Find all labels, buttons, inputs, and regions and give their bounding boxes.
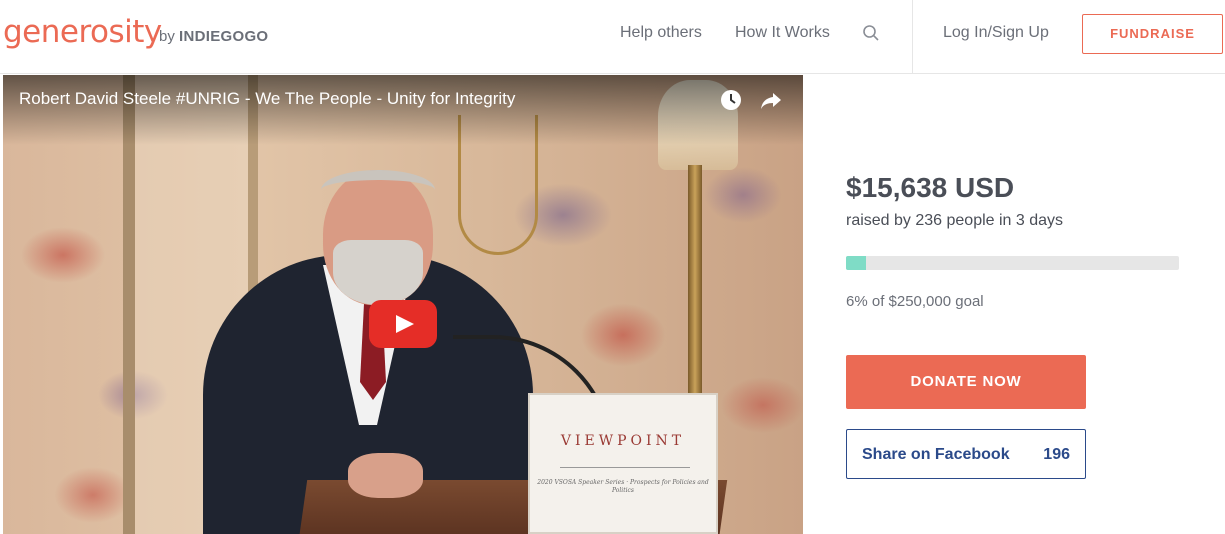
by-prefix: by xyxy=(159,28,175,45)
funding-progress-fill xyxy=(846,256,866,270)
fundraise-button[interactable]: FUNDRAISE xyxy=(1082,14,1223,54)
raised-summary: raised by 236 people in 3 days xyxy=(846,212,1064,229)
nav-help-others[interactable]: Help others xyxy=(620,24,702,42)
speaker-hand xyxy=(348,453,423,498)
top-header: generosity by INDIEGOGO Help others How … xyxy=(0,0,1225,74)
speaker-beard xyxy=(333,240,423,305)
funding-progress-bar xyxy=(846,256,1179,270)
podium-sign-subtext: 2020 VSOSA Speaker Series · Prospects fo… xyxy=(537,479,709,494)
amount-raised: $15,638 USD xyxy=(846,172,1015,203)
video-title-shade xyxy=(3,75,803,145)
podium-sign: VIEWPOINT 2020 VSOSA Speaker Series · Pr… xyxy=(528,393,718,534)
donate-now-button[interactable]: DONATE NOW xyxy=(846,355,1086,409)
podium-sign-text: VIEWPOINT xyxy=(560,433,686,449)
goal-text: 6% of $250,000 goal xyxy=(846,293,984,310)
by-indiegogo: by INDIEGOGO xyxy=(159,28,268,45)
share-icon[interactable] xyxy=(760,89,782,111)
video-title[interactable]: Robert David Steele #UNRIG - We The Peop… xyxy=(19,89,515,109)
video-player[interactable]: VIEWPOINT 2020 VSOSA Speaker Series · Pr… xyxy=(3,75,803,534)
play-icon[interactable] xyxy=(369,300,437,348)
clock-icon[interactable] xyxy=(720,89,742,111)
search-icon[interactable] xyxy=(862,24,880,42)
share-facebook-button[interactable]: Share on Facebook 196 xyxy=(846,429,1086,479)
share-facebook-label: Share on Facebook xyxy=(862,446,1010,463)
share-count: 196 xyxy=(1043,446,1070,463)
nav-how-it-works[interactable]: How It Works xyxy=(735,24,830,42)
speaker-hair xyxy=(321,170,435,210)
indiegogo-brand: INDIEGOGO xyxy=(179,28,269,45)
header-divider xyxy=(912,0,913,74)
generosity-logo[interactable]: generosity xyxy=(3,14,162,50)
podium-sign-line xyxy=(560,467,690,468)
login-link[interactable]: Log In/Sign Up xyxy=(943,24,1049,42)
